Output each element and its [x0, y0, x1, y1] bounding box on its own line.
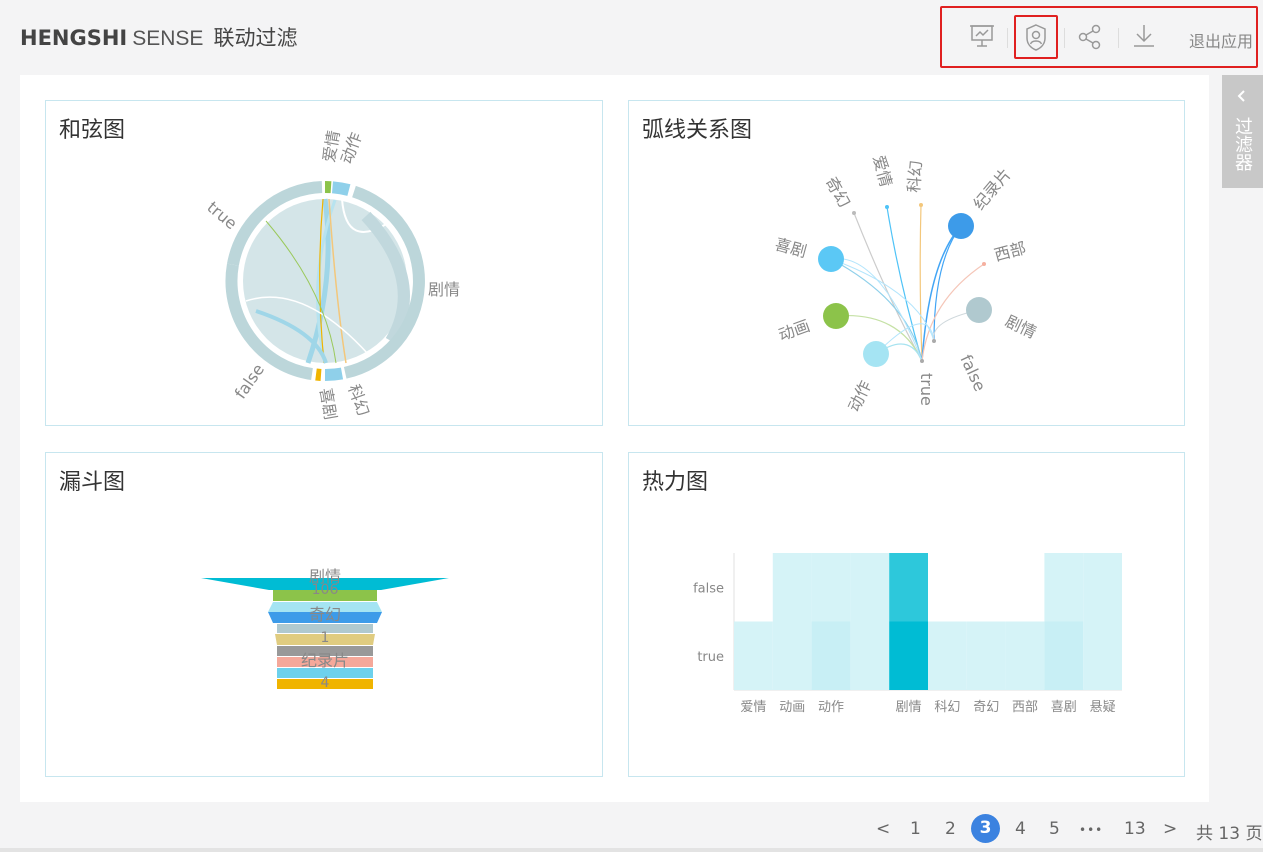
chord-label: 科幻 — [344, 382, 373, 419]
arc-node[interactable] — [919, 203, 923, 207]
heatmap-y-tick: false — [693, 581, 724, 596]
heatmap-cell[interactable] — [850, 553, 890, 622]
funnel-label: 纪录片 — [301, 651, 349, 670]
heatmap-cell[interactable] — [928, 621, 967, 691]
page-button[interactable]: 1 — [910, 819, 921, 839]
page-total: 共 13 页 — [1196, 824, 1263, 844]
chord-label: true — [203, 198, 240, 234]
page-title: 联动过滤 — [213, 26, 298, 50]
heatmap-cell[interactable] — [1083, 553, 1122, 622]
heatmap-cell[interactable] — [772, 621, 812, 691]
page-button[interactable]: 5 — [1049, 819, 1060, 839]
arc-node[interactable] — [852, 211, 856, 215]
funnel-label: 1 — [321, 630, 330, 646]
filter-panel-label: 过滤器 — [1232, 117, 1253, 171]
heatmap-cell[interactable] — [734, 621, 773, 691]
pagination: < 1 2 3 4 5 ••• 13 > 共 13 页 — [0, 814, 1263, 844]
heatmap-cell[interactable] — [1083, 621, 1122, 691]
arc-label: 剧情 — [1002, 311, 1039, 342]
chevron-left-icon — [1237, 90, 1245, 102]
arc-node[interactable] — [966, 297, 992, 323]
toolbar-divider — [1007, 28, 1008, 48]
arc-label: 纪录片 — [970, 165, 1015, 214]
arc-label: 动画 — [776, 316, 813, 345]
heatmap-x-tick: 科幻 — [934, 700, 960, 715]
heatmap-x-tick: 爱情 — [740, 700, 766, 715]
heatmap-y-tick: true — [697, 650, 724, 665]
heatmap-x-tick: 剧情 — [896, 700, 922, 715]
heatmap-cell[interactable] — [850, 621, 890, 691]
arc-label: false — [956, 352, 989, 395]
funnel-label: 4 — [321, 675, 330, 691]
arc-nodes[interactable] — [818, 203, 992, 367]
chord-ribbons — [243, 198, 410, 364]
arc-node[interactable] — [948, 213, 974, 239]
arc-chart-card[interactable]: 弧线关系图 奇幻 爱情 科幻 纪录片 喜剧 西部 动画 剧情 动作 true f… — [628, 100, 1185, 426]
chord-label: 剧情 — [428, 280, 460, 299]
heatmap-cell[interactable] — [1005, 621, 1045, 691]
share-icon[interactable] — [1077, 22, 1103, 52]
app-brand: HENGSHI SENSE 联动过滤 — [20, 22, 297, 52]
heatmap-chart-card[interactable]: 热力图 false true 爱情 动画 动作 剧情 科幻 奇幻 西部 喜剧 悬疑 — [628, 452, 1185, 777]
next-page-button[interactable]: > — [1163, 819, 1177, 839]
funnel-chart-card[interactable]: 漏斗图 剧情 106 奇幻 1 纪录片 4 — [45, 452, 603, 777]
arc-node[interactable] — [885, 205, 889, 209]
arc-node[interactable] — [818, 246, 844, 272]
user-shield-icon[interactable] — [1023, 22, 1049, 52]
download-icon[interactable] — [1131, 22, 1157, 52]
chord-chart[interactable]: 爱情 动作 true 剧情 false 喜剧 科幻 — [46, 101, 604, 427]
chord-label: false — [231, 360, 268, 402]
arc-label: 西部 — [992, 238, 1028, 265]
arc-node[interactable] — [982, 262, 986, 266]
page-ellipsis[interactable]: ••• — [1079, 823, 1103, 837]
toolbar-divider — [1064, 28, 1065, 48]
filter-panel-toggle[interactable]: 过滤器 — [1222, 75, 1263, 188]
arc-label: true — [917, 373, 936, 406]
heatmap-cell[interactable] — [811, 621, 851, 691]
funnel-label: 106 — [312, 582, 339, 598]
prev-page-button[interactable]: < — [876, 819, 890, 839]
heatmap-chart[interactable]: false true 爱情 动画 动作 剧情 科幻 奇幻 西部 喜剧 悬疑 — [629, 453, 1186, 778]
arc-label: 爱情 — [869, 153, 896, 189]
funnel-segment[interactable] — [273, 601, 377, 602]
arc-label: 奇幻 — [822, 174, 854, 211]
arc-node[interactable] — [932, 339, 936, 343]
funnel-chart[interactable]: 剧情 106 奇幻 1 纪录片 4 — [46, 453, 604, 778]
funnel-label: 奇幻 — [309, 605, 341, 624]
heatmap-cell[interactable] — [889, 553, 928, 622]
exit-app-button[interactable]: 退出应用 — [1189, 28, 1253, 52]
arc-label: 动作 — [844, 378, 875, 415]
bottom-scrollbar[interactable] — [0, 848, 1263, 852]
heatmap-x-tick: 奇幻 — [973, 699, 999, 715]
heatmap-x-tick: 喜剧 — [1051, 700, 1077, 715]
page-button[interactable]: 13 — [1124, 819, 1146, 839]
arc-node[interactable] — [823, 303, 849, 329]
brand-name-light: SENSE — [132, 27, 204, 50]
heatmap-cell[interactable] — [811, 553, 851, 622]
arc-label: 喜剧 — [773, 235, 809, 262]
page-button[interactable]: 2 — [945, 819, 956, 839]
heatmap-x-tick: 动作 — [818, 700, 844, 715]
heatmap-cell[interactable] — [772, 553, 812, 622]
heatmap-x-tick: 悬疑 — [1090, 699, 1116, 715]
brand-name-bold: HENGSHI — [20, 26, 128, 50]
heatmap-cell[interactable] — [966, 621, 1006, 691]
chord-chart-card[interactable]: 和弦图 爱情 动作 true 剧情 false 喜剧 科幻 — [45, 100, 603, 426]
arc-node[interactable] — [863, 341, 889, 367]
heatmap-cell[interactable] — [1044, 553, 1084, 622]
heatmap-x-tick: 动画 — [779, 700, 805, 715]
toolbar-divider — [1118, 28, 1119, 48]
arc-node[interactable] — [920, 359, 924, 363]
page-button[interactable]: 4 — [1015, 819, 1026, 839]
heatmap-x-tick: 西部 — [1012, 700, 1038, 715]
app-header: HENGSHI SENSE 联动过滤 退出应用 — [0, 0, 1263, 74]
presentation-icon[interactable] — [969, 22, 995, 52]
chord-label: 喜剧 — [316, 386, 340, 421]
arc-relation-chart[interactable]: 奇幻 爱情 科幻 纪录片 喜剧 西部 动画 剧情 动作 true false — [629, 101, 1186, 427]
heatmap-cell[interactable] — [889, 621, 928, 691]
heatmap-cell[interactable] — [1044, 621, 1084, 691]
arc-label: 科幻 — [904, 160, 926, 194]
current-page-button[interactable]: 3 — [971, 814, 1000, 843]
